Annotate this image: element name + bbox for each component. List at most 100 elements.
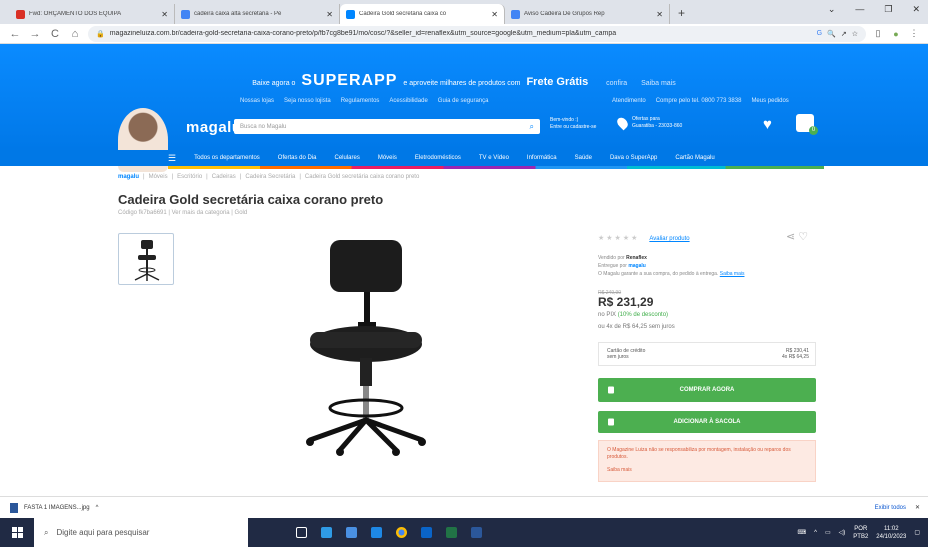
location-selector[interactable]: Ofertas para Guaratiba - 23033-860 — [615, 115, 682, 131]
new-tab-button[interactable]: + — [670, 6, 693, 24]
superapp-promo[interactable]: Baixe agora o SUPERAPP e aproveite milha… — [0, 72, 928, 90]
tray-chevron-icon[interactable]: ^ — [814, 530, 817, 536]
link-atendimento[interactable]: Atendimento — [612, 98, 646, 104]
back-icon[interactable]: ← — [8, 28, 22, 40]
clock-time: 11:02 — [884, 525, 899, 532]
promo-saiba-mais[interactable]: Saiba mais — [641, 80, 676, 87]
category-cartao[interactable]: Cartão Magalu — [675, 155, 714, 161]
link-meus-pedidos[interactable]: Meus pedidos — [751, 98, 788, 104]
breadcrumb-item[interactable]: Cadeira Secretária — [245, 174, 295, 180]
mail-icon[interactable] — [371, 527, 382, 538]
taskbar-search-input[interactable]: ⌕ Digite aqui para pesquisar — [34, 518, 248, 547]
breadcrumb-home[interactable]: magalu — [118, 174, 139, 180]
breadcrumb-item[interactable]: Móveis — [149, 174, 168, 180]
excel-icon[interactable] — [446, 527, 457, 538]
add-to-bag-button[interactable]: ADICIONAR À SACOLA — [598, 411, 816, 433]
tab-google-search[interactable]: cadeira caixa alta secretaria - Pe ✕ — [175, 4, 340, 24]
breadcrumb-item[interactable]: Cadeiras — [212, 174, 236, 180]
breadcrumb: magalu | Móveis | Escritório | Cadeiras … — [118, 174, 420, 180]
forward-icon[interactable]: → — [28, 28, 42, 40]
menu-hamburger-icon[interactable]: ☰ — [168, 153, 176, 164]
google-lens-icon[interactable]: G — [817, 30, 822, 37]
search-input[interactable]: Busca no Magalu ⌕ — [234, 119, 540, 134]
volume-icon[interactable]: ◁) — [839, 529, 846, 536]
clock[interactable]: 11:02 24/10/2023 — [876, 525, 906, 541]
link-acessibilidade[interactable]: Acessibilidade — [389, 98, 427, 104]
promo-confira[interactable]: confira — [606, 80, 627, 87]
category-todos[interactable]: Todos os departamentos — [194, 155, 260, 161]
edge-icon[interactable] — [321, 527, 332, 538]
breadcrumb-item[interactable]: Escritório — [177, 174, 202, 180]
tab-search-icon[interactable]: ⌄ — [828, 4, 836, 15]
product-thumbnail[interactable] — [118, 233, 174, 285]
outlook-icon[interactable] — [421, 527, 432, 538]
tab-title: Fwd: ORÇAMENTO DOS EQUIPA — [29, 11, 122, 17]
maximize-icon[interactable]: ❐ — [884, 4, 892, 15]
download-options-chevron-icon[interactable]: ^ — [96, 505, 99, 511]
tab-google-search-2[interactable]: Aviso Cadeira De Grupos Rep ✕ — [505, 4, 670, 24]
category-moveis[interactable]: Móveis — [378, 155, 397, 161]
network-icon[interactable]: ▭ — [825, 529, 831, 536]
close-download-bar-icon[interactable]: ✕ — [915, 504, 920, 511]
windows-start-icon[interactable] — [0, 518, 34, 547]
share-icon[interactable]: ⋖ ♡ — [786, 230, 808, 243]
chrome-icon[interactable] — [396, 527, 407, 538]
extension-icon[interactable]: ● — [890, 29, 902, 39]
download-file-name[interactable]: FASTA 1 IMAGENS...jpg — [24, 505, 90, 511]
notifications-icon[interactable]: ▢ — [914, 529, 920, 536]
link-regulamentos[interactable]: Regulamentos — [341, 98, 380, 104]
notice-link[interactable]: Saiba mais — [607, 467, 807, 474]
address-bar[interactable]: 🔒 magazineluiza.com.br/cadeira-gold-secr… — [88, 25, 866, 42]
share-icon[interactable]: ↗ — [841, 30, 847, 38]
credit-card-option[interactable]: Cartão de crédito sem juros R$ 230,41 4x… — [598, 342, 816, 366]
home-icon[interactable]: ⌂ — [68, 28, 82, 40]
close-tab-icon[interactable]: ✕ — [491, 10, 498, 19]
rate-product-link[interactable]: Avaliar produto — [649, 236, 689, 242]
seller-name[interactable]: Renaflex — [626, 255, 647, 261]
menu-icon[interactable]: ⋮ — [908, 28, 920, 39]
category-tv-video[interactable]: TV e Vídeo — [479, 155, 509, 161]
link-seguranca[interactable]: Guia de segurança — [438, 98, 489, 104]
favorites-heart-icon[interactable]: ♥ — [763, 116, 772, 133]
tab-gmail[interactable]: Fwd: ORÇAMENTO DOS EQUIPA ✕ — [10, 4, 175, 24]
tab-title: cadeira caixa alta secretaria - Pe — [194, 11, 282, 17]
store-icon[interactable] — [346, 527, 357, 538]
window-controls: ⌄ — ❐ ✕ — [828, 4, 920, 15]
category-ofertas[interactable]: Ofertas do Dia — [278, 155, 317, 161]
bookmark-star-icon[interactable]: ☆ — [852, 30, 858, 38]
tab-magalu[interactable]: Cadeira Gold secretária caixa co ✕ — [340, 4, 505, 24]
close-tab-icon[interactable]: ✕ — [656, 10, 663, 19]
category-celulares[interactable]: Celulares — [334, 155, 359, 161]
search-icon[interactable]: ⌕ — [530, 122, 534, 132]
word-icon[interactable] — [471, 527, 482, 538]
buy-now-button[interactable]: COMPRAR AGORA — [598, 378, 816, 402]
task-view-icon[interactable] — [296, 527, 307, 538]
product-main-image[interactable] — [300, 228, 470, 458]
link-seja-lojista[interactable]: Seja nosso lojista — [284, 98, 331, 104]
lang-label-2: PTB2 — [853, 533, 869, 540]
rating: ★★★★★ Avaliar produto — [598, 234, 690, 242]
reload-icon[interactable]: C — [48, 28, 62, 40]
link-lojas[interactable]: Nossas lojas — [240, 98, 274, 104]
zoom-icon[interactable]: 🔍 — [827, 30, 836, 38]
category-saude[interactable]: Saúde — [575, 155, 592, 161]
delivered-by-label: Entregue por — [598, 263, 627, 269]
sidepanel-icon[interactable]: ▯ — [872, 28, 884, 39]
category-eletrodomesticos[interactable]: Eletrodomésticos — [415, 155, 461, 161]
lock-icon: 🔒 — [96, 30, 105, 38]
link-telefone[interactable]: Compre pelo tel. 0800 773 3838 — [656, 98, 742, 104]
close-window-icon[interactable]: ✕ — [912, 4, 920, 15]
guarantee-link[interactable]: Saiba mais — [720, 271, 745, 277]
login-line1: Bem-vindo :) — [550, 117, 579, 123]
category-informatica[interactable]: Informática — [527, 155, 557, 161]
show-all-downloads-button[interactable]: Exibir todos — [875, 505, 906, 511]
close-tab-icon[interactable]: ✕ — [161, 10, 168, 19]
minimize-icon[interactable]: — — [855, 4, 864, 15]
keyboard-icon[interactable]: ⌨ — [797, 529, 806, 536]
login-link[interactable]: Bem-vindo :) Entre ou cadastre-se — [550, 117, 596, 131]
category-superapp[interactable]: Dava o SuperApp — [610, 155, 657, 161]
language-indicator[interactable]: POR PTB2 — [853, 525, 868, 541]
shopping-bag-icon[interactable]: 0 — [796, 114, 818, 135]
tab-title: Cadeira Gold secretária caixa co — [359, 11, 447, 17]
close-tab-icon[interactable]: ✕ — [326, 10, 333, 19]
